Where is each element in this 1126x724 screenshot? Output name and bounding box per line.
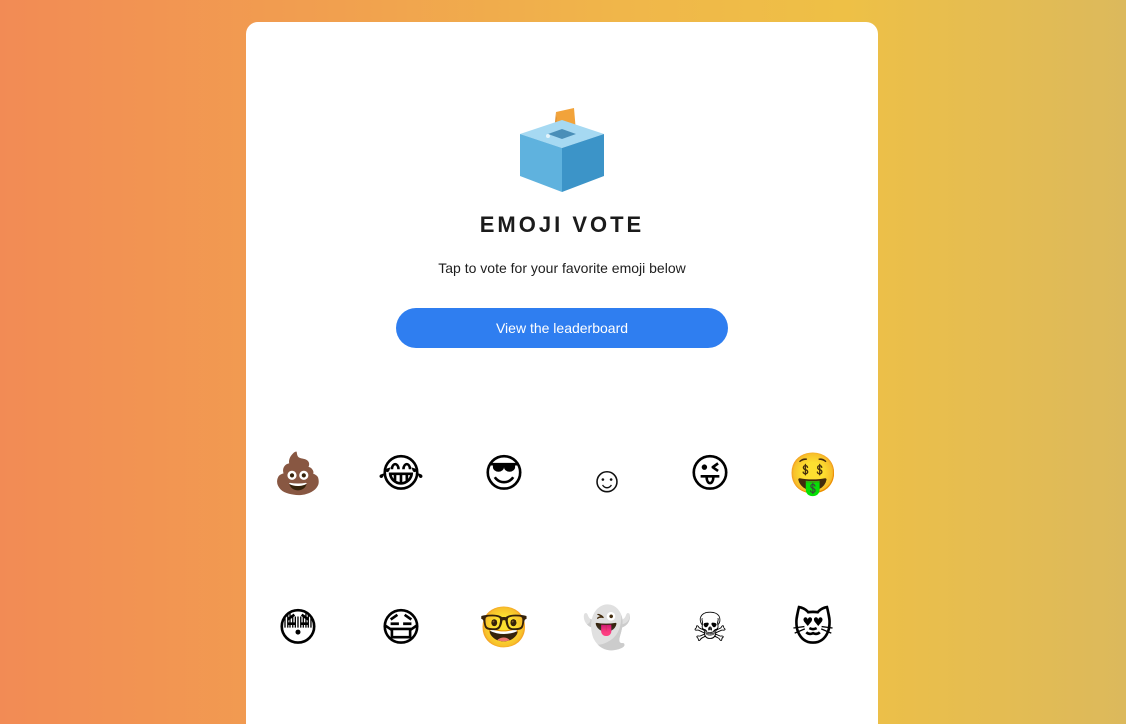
smiling-face-emoji[interactable]: ☺ (575, 448, 639, 512)
emoji-grid: 💩 😂 😎 ☺ 😜 🤑 😳 😷 🤓 👻 ☠ 😻 (246, 22, 878, 724)
heart-eyes-cat-emoji[interactable]: 😻 (781, 596, 845, 660)
nerd-emoji[interactable]: 🤓 (472, 596, 536, 660)
tears-of-joy-emoji[interactable]: 😂 (369, 442, 433, 506)
winking-tongue-emoji[interactable]: 😜 (678, 442, 742, 506)
skull-crossbones-emoji[interactable]: ☠ (678, 596, 742, 660)
medical-mask-emoji[interactable]: 😷 (369, 596, 433, 660)
pile-of-poo-emoji[interactable]: 💩 (266, 442, 330, 506)
vote-card: EMOJI VOTE Tap to vote for your favorite… (246, 22, 878, 724)
money-mouth-emoji[interactable]: 🤑 (781, 442, 845, 506)
flushed-emoji[interactable]: 😳 (266, 596, 330, 660)
ghost-emoji[interactable]: 👻 (575, 596, 639, 660)
sunglasses-emoji[interactable]: 😎 (472, 442, 536, 506)
